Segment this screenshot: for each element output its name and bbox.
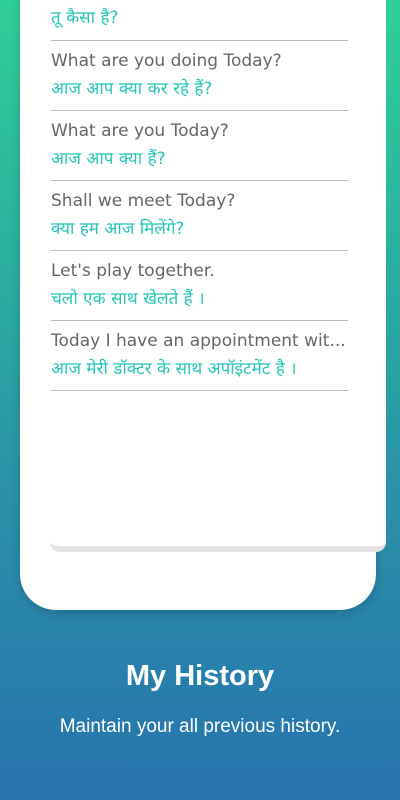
phone-side-button-upper: [376, 32, 380, 80]
history-item-english: Shall we meet Today?: [51, 191, 236, 211]
history-item-hindi: तू कैसा है?: [51, 8, 119, 28]
history-item[interactable]: तू कैसा है?: [51, 0, 348, 41]
history-item-hindi: आज मेरी डॉक्टर के साथ अपॉइंटमेंट है ।: [51, 359, 297, 379]
history-item-english: Today I have an appointment wit...: [51, 331, 346, 351]
history-item[interactable]: What are you doing Today? आज आप क्या कर …: [51, 41, 348, 111]
history-item-hindi: क्या हम आज मिलेंगे?: [51, 219, 185, 239]
phone-side-button-lower: [376, 127, 380, 223]
promo-title: My History: [125, 660, 275, 692]
history-list: तू कैसा है? What are you doing Today? आज…: [51, 0, 348, 391]
history-item-hindi: चलो एक साथ खेलते हैं ।: [51, 289, 205, 309]
history-item[interactable]: What are you Today? आज आप क्या हैं?: [51, 111, 348, 181]
history-item-english: What are you Today?: [51, 121, 229, 141]
promo-subtitle: Maintain your all previous history.: [59, 716, 341, 737]
history-item-hindi: आज आप क्या हैं?: [51, 149, 166, 169]
history-item[interactable]: Shall we meet Today? क्या हम आज मिलेंगे?: [51, 181, 348, 251]
history-item[interactable]: Today I have an appointment wit... आज मे…: [51, 321, 348, 391]
history-item-hindi: आज आप क्या कर रहे हैं?: [51, 79, 213, 99]
history-item-english: What are you doing Today?: [51, 51, 282, 71]
history-item-english: Let's play together.: [51, 261, 215, 281]
history-item[interactable]: Let's play together. चलो एक साथ खेलते है…: [51, 251, 348, 321]
